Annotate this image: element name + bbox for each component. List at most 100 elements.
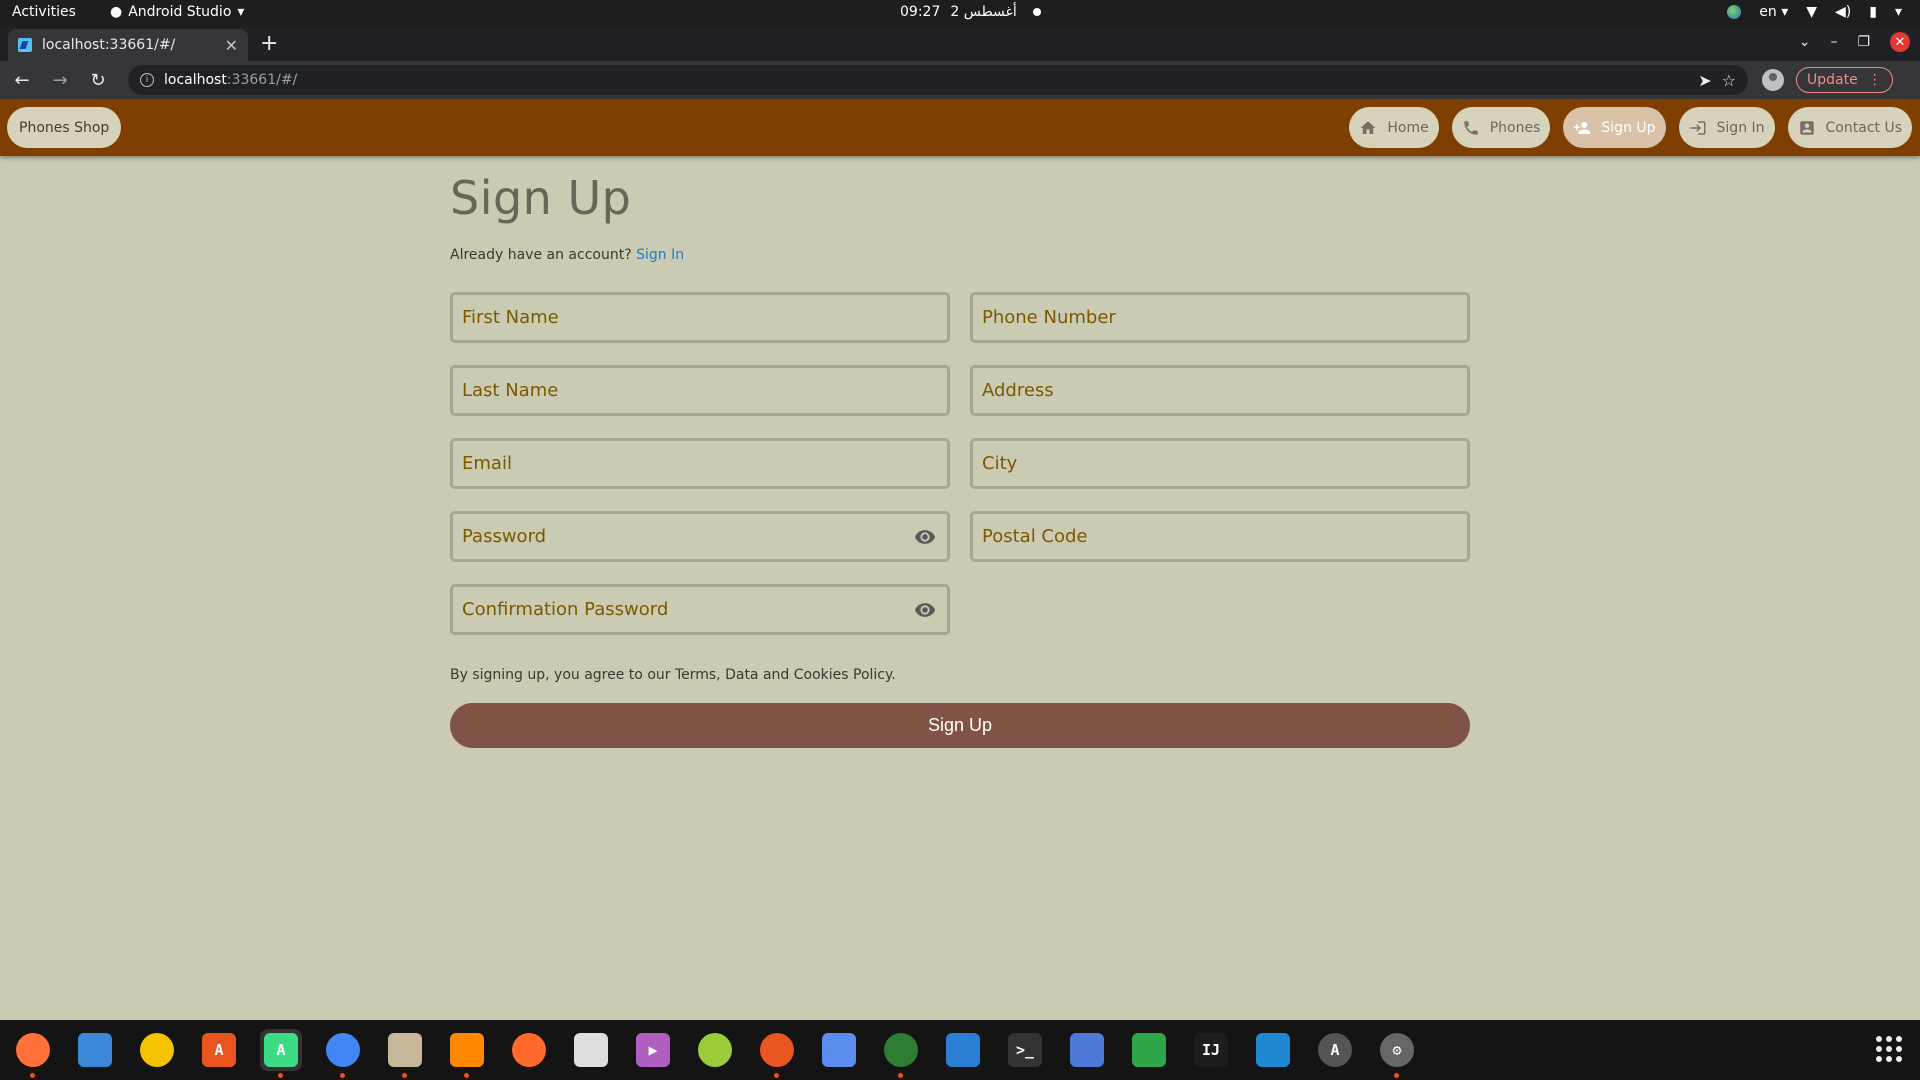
ubuntu-software-glyph [760,1033,794,1067]
close-tab-icon[interactable]: ✕ [225,36,238,55]
nav-home-button[interactable]: Home [1349,107,1439,148]
eye-icon[interactable] [914,599,936,621]
thunderbird-glyph [78,1033,112,1067]
activities-button[interactable]: Activities [12,4,76,20]
vlc-glyph [450,1033,484,1067]
chevron-down-icon: ▾ [237,4,245,20]
thunderbird-icon[interactable] [74,1029,116,1071]
url-text: localhost:33661/#/ [164,72,298,88]
inkscape-icon[interactable] [508,1029,550,1071]
clock[interactable]: 09:27 2 أغسطس [900,4,1041,20]
back-button[interactable]: ← [6,70,38,91]
info-icon[interactable]: i [140,73,154,87]
ubuntu-software-icon[interactable] [756,1029,798,1078]
signin-prompt: Already have an account? Sign In [450,247,685,263]
calc-icon[interactable] [1128,1029,1170,1071]
nav-signin-button[interactable]: Sign In [1678,107,1775,148]
tasks-glyph [822,1033,856,1067]
tasks-icon[interactable] [818,1029,860,1071]
clock-date: 2 أغسطس [950,4,1017,20]
confirmation-password-field[interactable]: Confirmation Password [450,584,950,635]
signup-submit-button[interactable]: Sign Up [450,703,1470,748]
files-glyph [388,1033,422,1067]
android-file-transfer-icon[interactable] [694,1029,736,1071]
rhythmbox-icon[interactable] [136,1029,178,1071]
terminal-icon[interactable]: >_ [1004,1029,1046,1071]
close-window-button[interactable]: ✕ [1890,32,1910,52]
chrome-glyph [326,1033,360,1067]
app-menu[interactable]: ● Android Studio ▾ [110,4,244,20]
document-viewer-icon[interactable] [570,1029,612,1071]
maximize-button[interactable]: ❐ [1857,34,1870,50]
reload-button[interactable]: ↻ [82,70,114,91]
update-button[interactable]: Update ⋮ [1796,67,1893,93]
tab-search-icon[interactable]: ⌄ [1799,34,1811,50]
chevron-down-icon: ▾ [1894,4,1902,20]
postal-code-field[interactable]: Postal Code [970,511,1470,562]
browser-tab[interactable]: localhost:33661/#/ ✕ [8,29,248,61]
clock-time: 09:27 [900,4,941,20]
nav-signup-button[interactable]: Sign Up [1563,107,1666,148]
nav-contact-button[interactable]: Contact Us [1787,107,1912,148]
first-name-field[interactable]: First Name [450,292,950,343]
nav-phones-button[interactable]: Phones [1451,107,1551,148]
updates-glyph: A [1318,1033,1352,1067]
android-file-transfer-glyph [698,1033,732,1067]
navbar-actions: Home Phones Sign Up Sign In Contact Us [1349,107,1912,148]
form-fields: First Name Phone Number Last Name Addres… [450,292,1470,635]
globe-icon [1727,5,1742,19]
signin-link[interactable]: Sign In [636,247,684,263]
android-studio-icon: ● [110,4,123,20]
minimize-button[interactable]: – [1830,34,1837,50]
bookmark-star-icon[interactable]: ☆ [1722,71,1736,90]
address-bar[interactable]: i localhost:33661/#/ ➤ ☆ [128,65,1748,95]
password-field[interactable]: Password [450,511,950,562]
new-tab-button[interactable]: + [260,31,278,57]
contact-icon [1799,120,1814,135]
eye-icon[interactable] [914,526,936,548]
window-controls: ⌄ – ❐ ✕ [1799,32,1910,52]
vscode-glyph [1256,1033,1290,1067]
browser-tab-strip: localhost:33661/#/ ✕ + ⌄ – ❐ ✕ [0,27,1920,61]
updates-icon[interactable]: A [1314,1029,1356,1071]
system-top-bar: Activities ● Android Studio ▾ 09:27 2 أغ… [0,0,1920,27]
system-tray[interactable]: en ▾ ▼ ◀) ▮ ▾ [1727,4,1902,20]
show-applications-icon[interactable] [1876,1036,1902,1062]
last-name-field[interactable]: Last Name [450,365,950,416]
send-to-device-icon[interactable]: ➤ [1698,71,1711,90]
inkscape-glyph [512,1033,546,1067]
battery-icon: ▮ [1869,4,1877,20]
phone-number-field[interactable]: Phone Number [970,292,1470,343]
writer-icon[interactable] [942,1029,984,1071]
system-monitor-icon[interactable] [880,1029,922,1078]
vlc-icon[interactable] [446,1029,488,1078]
profile-avatar[interactable] [1762,69,1784,91]
intellij-icon[interactable]: IJ [1190,1029,1232,1071]
brand-button[interactable]: Phones Shop [7,107,122,148]
language-indicator[interactable]: en ▾ [1759,4,1788,20]
android-studio-icon[interactable]: A [260,1029,302,1078]
videos-glyph: ▶ [636,1033,670,1067]
browser-toolbar: ← → ↻ i localhost:33661/#/ ➤ ☆ Update ⋮ [0,61,1920,99]
software-center-icon[interactable]: A [198,1029,240,1071]
files-icon[interactable] [384,1029,426,1078]
chrome-icon[interactable] [322,1029,364,1078]
screenshot-icon[interactable] [1066,1029,1108,1071]
home-icon [1360,120,1376,134]
videos-icon[interactable]: ▶ [632,1029,674,1071]
settings-icon[interactable]: ⚙ [1376,1029,1418,1078]
person-add-icon [1574,121,1591,134]
terminal-glyph: >_ [1008,1033,1042,1067]
document-viewer-glyph [574,1033,608,1067]
city-field[interactable]: City [970,438,1470,489]
rhythmbox-glyph [140,1033,174,1067]
more-menu-icon: ⋮ [1867,72,1882,88]
email-field[interactable]: Email [450,438,950,489]
vscode-icon[interactable] [1252,1029,1294,1071]
firefox-icon[interactable] [12,1029,54,1078]
address-field[interactable]: Address [970,365,1470,416]
taskbar-dock: A A ▶ >_ IJ A ⚙ [0,1020,1920,1080]
signup-form: Sign Up Already have an account? Sign In… [450,156,1470,748]
intellij-glyph: IJ [1194,1033,1228,1067]
forward-button[interactable]: → [44,70,76,91]
